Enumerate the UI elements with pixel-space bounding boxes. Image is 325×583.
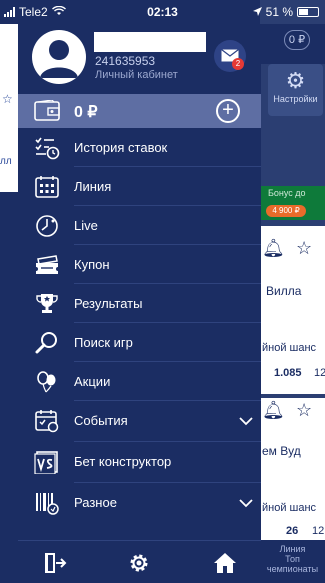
drawer-footer bbox=[18, 540, 261, 583]
menu-item-bet-constructor[interactable]: Бет конструктор bbox=[18, 442, 261, 483]
avatar[interactable] bbox=[32, 30, 86, 84]
menu-item-events[interactable]: События bbox=[18, 401, 261, 442]
menu-item-label: Результаты bbox=[74, 296, 143, 311]
menu-item-label: Поиск игр bbox=[74, 335, 133, 350]
background-card-2-sub: йной шанс bbox=[262, 502, 317, 514]
background-bottom-line-2: Топ bbox=[285, 554, 300, 564]
menu-item-misc[interactable]: Разное bbox=[18, 483, 261, 524]
home-icon bbox=[214, 553, 236, 573]
home-button[interactable] bbox=[212, 551, 242, 575]
logout-button[interactable] bbox=[42, 551, 72, 575]
navigation-drawer: 241635953 Личный кабинет 2 0 ₽ + История… bbox=[18, 24, 261, 583]
background-bonus-label: Бонус до bbox=[268, 188, 306, 198]
background-card-2-count: 26 bbox=[286, 525, 299, 537]
gear-icon: ⚙ bbox=[285, 68, 306, 93]
menu-item-label: Бет конструктор bbox=[74, 454, 172, 469]
gear-icon bbox=[130, 554, 148, 572]
chevron-down-icon bbox=[239, 413, 253, 431]
menu-item-results[interactable]: Результаты bbox=[18, 284, 261, 323]
background-card-1-odds-2: 12 bbox=[314, 367, 325, 379]
background-settings-tile: ⚙ Настройки bbox=[268, 64, 323, 116]
user-id: 241635953 bbox=[95, 54, 156, 68]
barcode-icon bbox=[34, 491, 60, 515]
background-settings-label: Настройки bbox=[273, 94, 318, 104]
status-bar: Tele2 02:13 51 % bbox=[0, 0, 325, 24]
background-bonus-value: 4 900 ₽ bbox=[266, 205, 306, 217]
background-card-2-name: ем Вуд bbox=[262, 444, 301, 458]
battery-percent: 51 % bbox=[265, 5, 293, 19]
account-link[interactable]: Личный кабинет bbox=[95, 69, 178, 81]
background-card-1-odds: 1.085 bbox=[274, 367, 302, 379]
chevron-down-icon bbox=[239, 495, 253, 513]
menu-item-line[interactable]: Линия bbox=[18, 167, 261, 206]
bell-icon: 🔔︎ bbox=[262, 238, 285, 258]
wallet-icon bbox=[34, 99, 60, 127]
screen: Tele2 02:13 51 % 0 ₽ ⚙ Настройки Бонус д… bbox=[0, 0, 325, 583]
balance-bar[interactable]: 0 ₽ + bbox=[18, 94, 261, 128]
menu-item-label: Разное bbox=[74, 495, 117, 510]
menu-item-promotions[interactable]: Акции bbox=[18, 362, 261, 401]
background-left-panel: ☆ лл bbox=[0, 24, 18, 583]
background-bottom-line-1: Линия bbox=[279, 544, 306, 554]
background-bottom-line-3: чемпионаты bbox=[266, 564, 319, 574]
bell-icon: 🔔︎ bbox=[262, 400, 285, 420]
star-icon: ☆ bbox=[296, 238, 313, 258]
balloons-icon bbox=[34, 370, 60, 394]
coupon-icon bbox=[34, 253, 60, 277]
menu-item-bet-history[interactable]: История ставок bbox=[18, 128, 261, 167]
menu-item-label: События bbox=[74, 413, 128, 428]
live-clock-icon bbox=[34, 214, 60, 238]
unread-badge: 2 bbox=[232, 58, 244, 70]
background-left-text: лл bbox=[0, 156, 12, 167]
menu-item-label: Линия bbox=[74, 179, 112, 194]
background-bottom-tile: Линия Топ чемпионаты bbox=[260, 540, 325, 583]
menu-item-label: История ставок bbox=[74, 140, 168, 155]
background-card-1-name: Вилла bbox=[266, 284, 302, 298]
background-card-1-sub: йной шанс bbox=[262, 342, 317, 354]
settings-button[interactable] bbox=[126, 551, 156, 575]
calendar-grid-icon bbox=[34, 175, 60, 199]
menu-item-game-search[interactable]: Поиск игр bbox=[18, 323, 261, 362]
menu-item-label: Купон bbox=[74, 257, 110, 272]
events-calendar-icon bbox=[34, 409, 60, 433]
background-left-dark bbox=[0, 192, 18, 583]
drawer-menu: История ставок Линия Live Купон Результа… bbox=[18, 128, 261, 524]
balance-amount: 0 ₽ bbox=[74, 104, 98, 121]
background-card-2-count-2: 12 bbox=[312, 525, 325, 537]
deposit-button[interactable]: + bbox=[216, 99, 240, 123]
bet-history-icon bbox=[34, 136, 60, 160]
vs-icon bbox=[34, 450, 60, 475]
star-icon: ☆ bbox=[296, 400, 313, 420]
menu-item-label: Live bbox=[74, 218, 98, 233]
status-right: 51 % bbox=[252, 5, 319, 19]
menu-item-label: Акции bbox=[74, 374, 111, 389]
trophy-icon bbox=[34, 292, 60, 316]
battery-icon bbox=[297, 7, 319, 17]
menu-item-coupon[interactable]: Купон bbox=[18, 245, 261, 284]
star-icon: ☆ bbox=[2, 92, 13, 106]
profile-header[interactable]: 241635953 Личный кабинет 2 bbox=[18, 24, 261, 92]
redacted-name bbox=[94, 32, 206, 52]
background-balance-chip: 0 ₽ bbox=[284, 30, 310, 50]
logout-icon bbox=[45, 553, 67, 573]
location-arrow-icon bbox=[252, 5, 262, 19]
menu-item-live[interactable]: Live bbox=[18, 206, 261, 245]
messages-button[interactable]: 2 bbox=[214, 40, 246, 72]
search-icon bbox=[34, 331, 60, 355]
